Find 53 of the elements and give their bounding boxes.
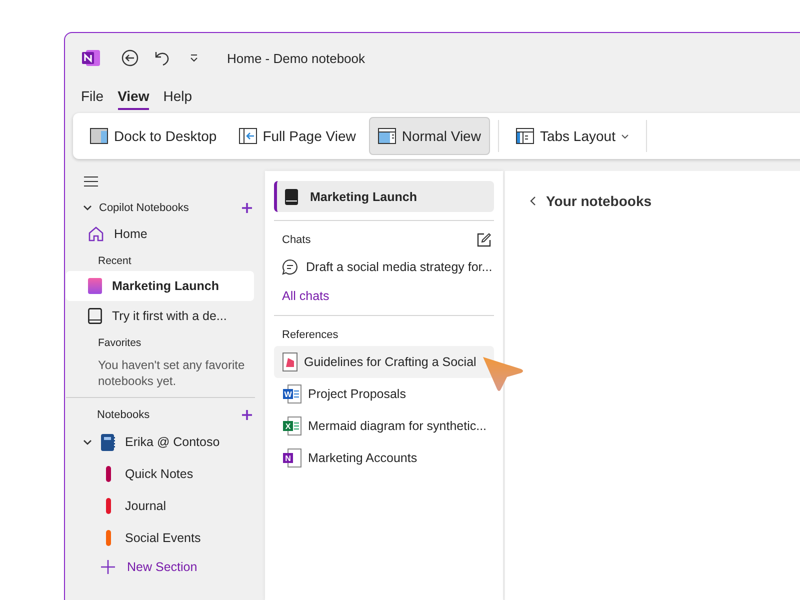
menu-tab[interactable]: File [81, 84, 104, 110]
section-item[interactable]: Social Events [77, 522, 255, 554]
notebook-icon [101, 434, 116, 450]
empty-favorites-message: You haven't set any favorite notebooks yet. [98, 357, 246, 389]
chat-bubble-icon [282, 259, 298, 275]
notebook-icon [285, 188, 298, 204]
plus-icon [101, 560, 115, 574]
section-heading: Chats [282, 234, 312, 246]
notebook-icon [88, 278, 102, 294]
add-button[interactable] [239, 407, 255, 423]
reference-item[interactable]: N Marketing Accounts [274, 442, 494, 474]
section-heading: Notebooks [97, 409, 151, 421]
add-button[interactable] [239, 200, 255, 216]
full-page-icon [238, 128, 257, 144]
dock-icon [90, 128, 108, 144]
section-heading: References [282, 329, 340, 341]
back-link[interactable]: Your notebooks [529, 193, 652, 209]
reference-item[interactable]: W Project Proposals [274, 378, 494, 410]
menu-tab[interactable]: View [118, 84, 150, 110]
reference-item[interactable]: Guidelines for Crafting a Social [274, 346, 494, 378]
menu-tab[interactable]: Help [163, 84, 192, 110]
chat-item[interactable]: Draft a social media strategy for... [274, 251, 494, 283]
section-heading: Copilot Notebooks [99, 202, 190, 214]
ribbon-button[interactable]: Full Page View [230, 117, 365, 155]
section-item[interactable]: Quick Notes [77, 458, 255, 490]
new-chat-button[interactable] [476, 232, 492, 248]
ribbon-button[interactable]: Dock to Desktop [81, 117, 226, 155]
recent-notebook-item[interactable]: Try it first with a de... [66, 301, 254, 331]
window-title: Home - Demo notebook [227, 50, 366, 66]
chevron-down-icon [83, 205, 92, 211]
home-icon [88, 226, 104, 242]
all-chats-link[interactable]: All chats [274, 283, 494, 307]
undo-icon [153, 49, 171, 67]
menu-icon [84, 176, 98, 186]
recent-notebook-item[interactable]: Marketing Launch [66, 271, 254, 301]
ribbon-button[interactable]: Normal View [368, 117, 490, 155]
notebook-icon [88, 308, 102, 324]
group-label: Recent [97, 254, 132, 269]
pointer-icon [481, 355, 525, 393]
new-section-button[interactable]: New Section [77, 554, 198, 580]
normal-view-icon [378, 128, 396, 144]
group-label: Favorites [97, 336, 142, 351]
reference-item[interactable]: X Mermaid diagram for synthetic... [274, 410, 494, 442]
app-logo-icon [81, 48, 101, 68]
ribbon-button[interactable]: Tabs Layout [506, 117, 638, 155]
notebook-item[interactable]: Erika @ Contoso [77, 426, 255, 458]
chevron-left-icon [529, 196, 536, 206]
section-item[interactable]: Journal [77, 490, 255, 522]
tabs-layout-icon [516, 128, 534, 144]
home-item[interactable]: Home [66, 219, 254, 249]
caret-icon [189, 53, 199, 63]
document-icon [282, 352, 298, 372]
notebook-header[interactable]: Marketing Launch [274, 181, 494, 212]
